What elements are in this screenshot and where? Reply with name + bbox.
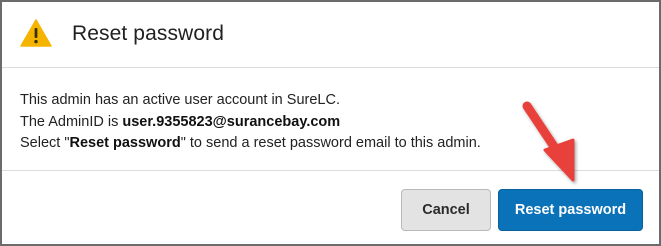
- admin-id-prefix: The AdminID is: [20, 113, 123, 130]
- dialog-header: Reset password: [2, 2, 659, 68]
- reset-password-button[interactable]: Reset password: [498, 189, 643, 231]
- admin-id-value: user.9355823@surancebay.com: [122, 113, 341, 130]
- warning-icon: [20, 19, 52, 47]
- dialog-title: Reset password: [72, 22, 224, 45]
- reset-password-dialog: Reset password This admin has an active …: [0, 0, 661, 246]
- instruction-bold: Reset password: [69, 135, 181, 151]
- dialog-message: This admin has an active user account in…: [20, 90, 640, 155]
- instruction-prefix: Select ": [20, 135, 70, 151]
- instruction-suffix: " to send a reset password email to this…: [180, 135, 481, 151]
- cancel-button[interactable]: Cancel: [401, 189, 491, 231]
- footer-divider: [2, 170, 659, 171]
- message-line-1: This admin has an active user account in…: [20, 92, 340, 108]
- message-line-3: Select "Reset password" to send a reset …: [20, 133, 640, 155]
- message-line-2: The AdminID is user.9355823@surancebay.c…: [20, 112, 640, 134]
